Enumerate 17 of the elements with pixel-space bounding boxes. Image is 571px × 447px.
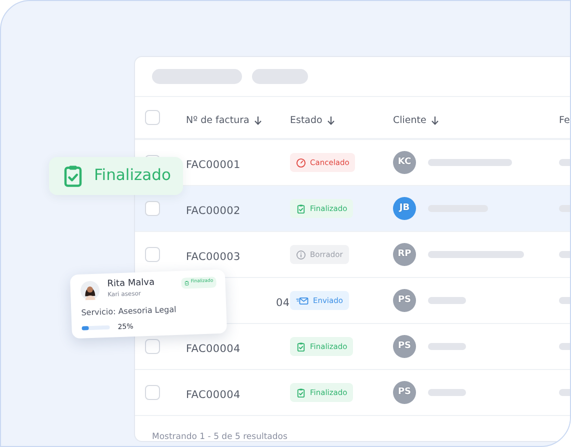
client-avatar: PS <box>393 335 416 358</box>
client-avatar: PS <box>393 289 416 312</box>
service-name: Servicio: Asesoria Legal <box>81 304 178 320</box>
client-avatar: PS <box>393 381 416 404</box>
invoice-number: FAC00004 <box>186 388 240 400</box>
invoice-number: 04 <box>276 296 290 308</box>
results-summary: Mostrando 1 - 5 de 5 resultados <box>151 431 288 444</box>
invoice-number: FAC00002 <box>186 204 240 216</box>
person-name: Rita Malva <box>107 278 156 290</box>
client-avatar: JB <box>393 197 416 220</box>
client-avatar: RP <box>393 243 416 266</box>
invoice-number: FAC00001 <box>186 158 240 170</box>
column-header: Fe <box>559 114 570 128</box>
status-tooltip: Finalizado <box>49 157 183 195</box>
invoice-number: FAC00003 <box>186 250 240 262</box>
client-avatar: KC <box>393 151 416 174</box>
invoice-number: FAC00004 <box>186 342 240 354</box>
